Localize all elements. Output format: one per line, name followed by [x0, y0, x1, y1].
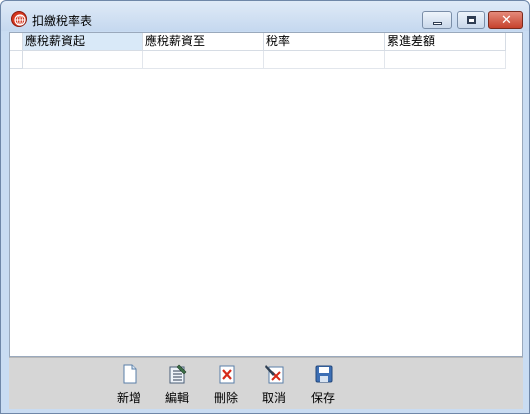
- new-button[interactable]: 新增: [109, 362, 149, 408]
- edit-label: 編輯: [164, 391, 189, 405]
- edit-button[interactable]: 編輯: [157, 362, 197, 408]
- delete-label: 刪除: [213, 391, 238, 405]
- column-header-taxable-salary-to[interactable]: 應稅薪資至: [143, 33, 264, 51]
- delete-document-icon: [219, 365, 235, 384]
- delete-button[interactable]: 刪除: [206, 362, 246, 408]
- column-header-progressive-difference[interactable]: 累進差額: [385, 33, 506, 51]
- bottom-toolbar: 新增 編輯 刪除 取消 保存: [9, 357, 523, 409]
- new-document-icon: [123, 364, 137, 384]
- cell-tax-rate[interactable]: [264, 51, 385, 69]
- maximize-button[interactable]: [457, 11, 485, 29]
- title-bar[interactable]: 扣繳稅率表 ✕: [1, 1, 529, 31]
- edit-document-icon: [169, 364, 187, 384]
- window-title: 扣繳稅率表: [32, 14, 93, 28]
- cell-progressive-difference[interactable]: [385, 51, 506, 69]
- cell-salary-from[interactable]: [23, 51, 143, 69]
- row-header[interactable]: [10, 51, 23, 69]
- cell-salary-to[interactable]: [143, 51, 264, 69]
- cancel-label: 取消: [261, 391, 286, 405]
- column-header-taxable-salary-from[interactable]: 應稅薪資起: [23, 33, 143, 51]
- minimize-button[interactable]: [422, 11, 452, 29]
- row-header-corner: [10, 33, 23, 51]
- column-header-tax-rate[interactable]: 稅率: [264, 33, 385, 51]
- application-window: 扣繳稅率表 ✕ 應稅薪資起 應稅薪資至 稅率 累進差額 新增 編輯 刪除 取消 …: [0, 0, 530, 414]
- app-globe-icon: [11, 11, 27, 27]
- table-row[interactable]: [10, 51, 506, 69]
- grid-header-row: 應稅薪資起 應稅薪資至 稅率 累進差額: [10, 33, 506, 51]
- new-label: 新增: [116, 391, 141, 405]
- save-label: 保存: [310, 391, 335, 405]
- save-button[interactable]: 保存: [303, 362, 343, 408]
- tax-rate-grid[interactable]: 應稅薪資起 應稅薪資至 稅率 累進差額: [9, 32, 523, 357]
- close-icon: ✕: [501, 13, 512, 28]
- cancel-button[interactable]: 取消: [254, 362, 294, 408]
- cancel-document-icon: [265, 365, 284, 384]
- minimize-icon: [433, 22, 442, 25]
- close-button[interactable]: ✕: [488, 11, 523, 29]
- save-floppy-icon: [315, 365, 333, 383]
- maximize-icon: [467, 16, 476, 24]
